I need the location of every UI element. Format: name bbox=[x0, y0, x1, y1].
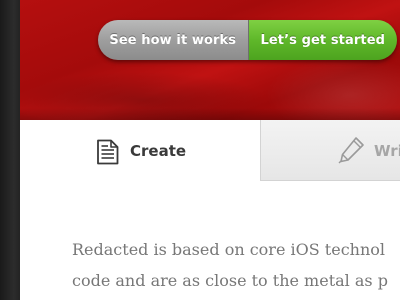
tab-create[interactable]: Create bbox=[20, 120, 260, 181]
intro-paragraph: Redacted is based on core iOS technol co… bbox=[72, 234, 400, 296]
intro-line-2: code and are as close to the metal as p bbox=[72, 271, 388, 290]
see-how-it-works-button[interactable]: See how it works bbox=[98, 20, 249, 60]
tab-write-label: Wri bbox=[374, 142, 400, 160]
tab-create-label: Create bbox=[130, 142, 187, 160]
pen-icon bbox=[337, 135, 367, 169]
content-area: Create Wri Redacted is based on core iOS… bbox=[20, 120, 400, 300]
page: See how it works Let’s get started Creat… bbox=[0, 0, 400, 300]
side-frame bbox=[0, 0, 20, 300]
cta-button-group: See how it works Let’s get started bbox=[98, 20, 397, 60]
intro-line-1: Redacted is based on core iOS technol bbox=[72, 240, 386, 259]
document-icon bbox=[96, 139, 120, 169]
hero-banner: See how it works Let’s get started bbox=[20, 0, 400, 120]
tab-write[interactable]: Wri bbox=[260, 120, 400, 181]
get-started-button[interactable]: Let’s get started bbox=[248, 20, 397, 60]
